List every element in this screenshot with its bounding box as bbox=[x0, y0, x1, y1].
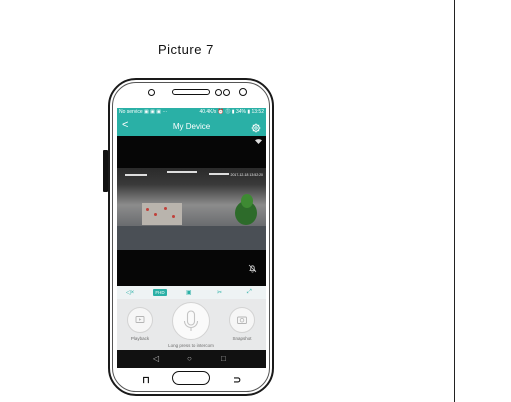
playback-button[interactable] bbox=[127, 307, 153, 333]
app-title-bar: < My Device bbox=[117, 117, 266, 136]
alarm-bell-icon[interactable] bbox=[248, 260, 257, 278]
hd-quality-button[interactable]: FHD bbox=[153, 289, 167, 296]
sensor-dot-icon bbox=[215, 89, 222, 96]
screen-mode-icon[interactable]: ▣ bbox=[186, 289, 192, 296]
nav-back-icon[interactable]: ◁ bbox=[153, 354, 159, 363]
intercom-hint: Long press to intercom bbox=[168, 343, 214, 348]
record-clip-icon[interactable]: ✂ bbox=[217, 289, 222, 296]
ceiling-light bbox=[209, 173, 229, 175]
earpiece-speaker bbox=[172, 89, 210, 95]
office-desks bbox=[117, 226, 266, 250]
mute-speaker-icon[interactable]: ◁× bbox=[126, 289, 134, 296]
intercom-button[interactable] bbox=[172, 302, 210, 340]
sensor-dot-icon bbox=[223, 89, 230, 96]
snapshot-label: Snapshot bbox=[232, 336, 252, 341]
live-video-area[interactable]: 2017-12-18 13:52:20 bbox=[117, 136, 266, 286]
wall-decoration bbox=[142, 203, 182, 225]
fullscreen-icon[interactable]: ⤢ bbox=[247, 289, 252, 296]
status-right: 40.4K/s ⏰ ⓵ ▮ 34% ▮ 13:52 bbox=[199, 109, 264, 115]
camera-video-feed: 2017-12-18 13:52:20 bbox=[117, 168, 266, 250]
front-camera-lens-icon bbox=[239, 88, 247, 96]
wall-decoration-dot bbox=[164, 207, 167, 210]
page-title: My Device bbox=[172, 122, 211, 131]
status-left: No service ▣ ▣ ▣ ··· bbox=[119, 109, 168, 115]
nav-home-icon[interactable]: ○ bbox=[187, 354, 192, 363]
hardware-home-button[interactable] bbox=[172, 371, 210, 385]
front-camera-icon bbox=[148, 89, 155, 96]
page-divider-line bbox=[454, 0, 455, 402]
ceiling-light bbox=[167, 171, 197, 173]
wall-decoration-dot bbox=[154, 213, 157, 216]
nav-recent-icon[interactable]: □ bbox=[221, 354, 226, 363]
ceiling-light bbox=[125, 174, 147, 176]
plant bbox=[241, 194, 253, 208]
status-bar: No service ▣ ▣ ▣ ··· 40.4K/s ⏰ ⓵ ▮ 34% ▮… bbox=[117, 108, 266, 117]
figure-caption: Picture 7 bbox=[158, 42, 214, 57]
wall-decoration-dot bbox=[172, 215, 175, 218]
wifi-signal-icon bbox=[255, 139, 262, 146]
microphone-icon bbox=[183, 310, 199, 331]
camera-icon bbox=[237, 316, 247, 324]
hardware-recent-key-icon[interactable]: ⊓ bbox=[142, 376, 150, 386]
android-nav-bar: ◁ ○ □ bbox=[117, 350, 266, 368]
video-timestamp: 2017-12-18 13:52:20 bbox=[230, 173, 264, 177]
hardware-back-key-icon[interactable]: ⊃ bbox=[233, 376, 241, 386]
action-panel: Playback Long press to intercom Snapshot bbox=[117, 299, 266, 350]
phone-screen: No service ▣ ▣ ▣ ··· 40.4K/s ⏰ ⓵ ▮ 34% ▮… bbox=[117, 108, 266, 368]
playback-label: Playback bbox=[130, 336, 150, 341]
playback-icon bbox=[135, 316, 145, 323]
wall-decoration-dot bbox=[146, 208, 149, 211]
video-control-bar: ◁× FHD ▣ ✂ ⤢ bbox=[117, 286, 266, 299]
snapshot-button[interactable] bbox=[229, 307, 255, 333]
